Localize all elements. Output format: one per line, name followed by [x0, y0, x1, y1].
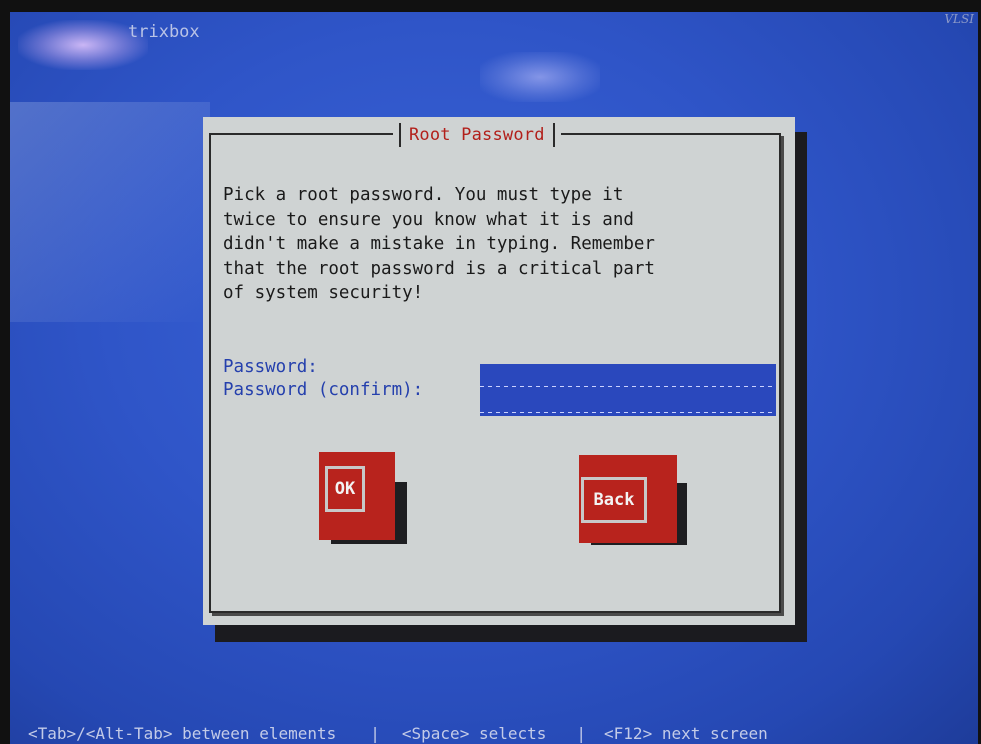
hint-separator: | — [576, 723, 587, 743]
password-label: Password: — [223, 357, 318, 377]
ok-button[interactable]: OK — [325, 466, 365, 512]
space-hint: <Space> selects — [401, 723, 547, 743]
help-statusbar: <Tab>/<Alt-Tab> between elements | <Spac… — [10, 722, 978, 744]
screen-reflection — [10, 102, 210, 322]
installer-brand: trixbox — [128, 22, 200, 42]
dialog-title: Root Password — [409, 125, 545, 145]
dialog-instructions: Pick a root password. You must type it t… — [223, 185, 655, 303]
installer-screen: trixbox VLSI Root Password Pick a root p… — [10, 12, 978, 744]
f12-hint: <F12> next screen — [604, 723, 768, 743]
ceiling-light-reflection-center — [480, 52, 600, 102]
root-password-dialog: Root Password Pick a root password. You … — [203, 117, 795, 625]
password-field[interactable] — [480, 364, 776, 390]
password-confirm-label: Password (confirm): — [223, 380, 424, 400]
monitor-bezel: trixbox VLSI Root Password Pick a root p… — [0, 0, 981, 744]
title-right-divider — [552, 123, 555, 147]
hint-separator: | — [370, 723, 380, 743]
back-button[interactable]: Back — [581, 477, 647, 523]
dialog-title-bar: Root Password — [393, 123, 561, 147]
tab-hint: <Tab>/<Alt-Tab> between elements — [28, 723, 337, 743]
monitor-logo: VLSI — [944, 12, 974, 26]
password-confirm-field[interactable] — [480, 390, 776, 416]
